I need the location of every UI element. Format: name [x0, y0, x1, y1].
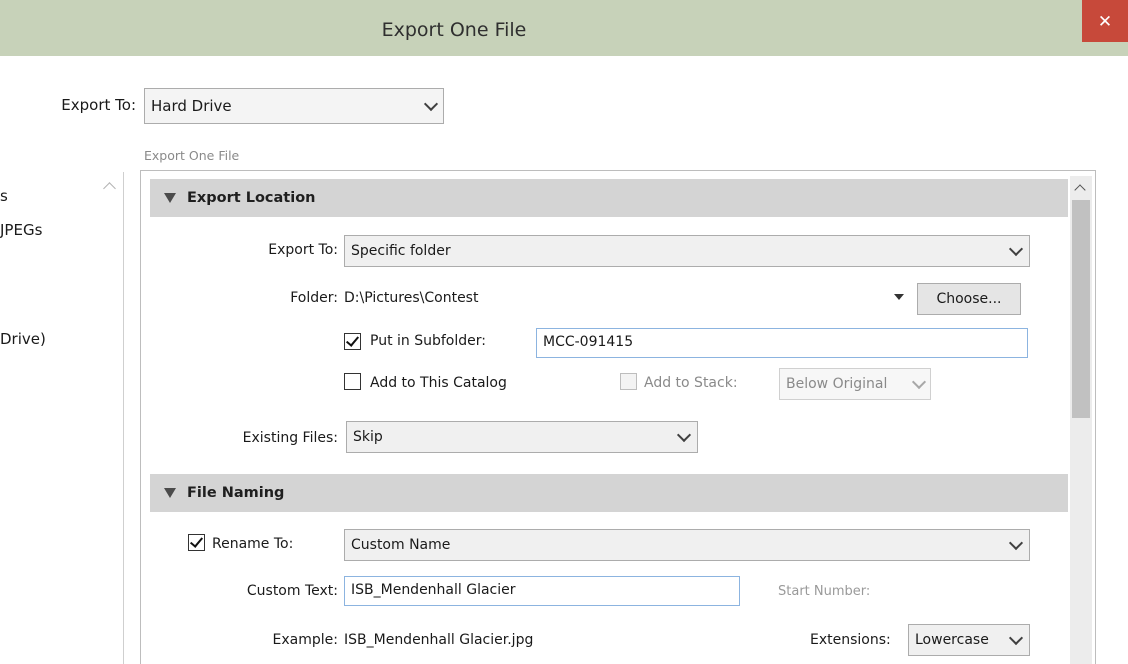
rename-checkbox[interactable]: [188, 534, 205, 551]
example-filename: ISB_Mendenhall Glacier.jpg: [344, 632, 534, 648]
disclosure-triangle-icon: [164, 193, 176, 203]
stack-position-value: Below Original: [786, 376, 888, 392]
disclosure-triangle-icon: [164, 488, 176, 498]
extensions-dropdown[interactable]: Lowercase: [908, 624, 1030, 656]
close-icon: ✕: [1097, 12, 1113, 32]
export-location-dropdown[interactable]: Specific folder: [344, 235, 1030, 267]
add-to-catalog-checkbox[interactable]: [344, 373, 361, 390]
preset-list[interactable]: [0, 172, 124, 664]
folder-path: D:\Pictures\Contest: [344, 290, 479, 306]
rename-label: Rename To:: [212, 536, 294, 552]
file-naming-title: File Naming: [187, 485, 285, 501]
chevron-down-icon: [1008, 241, 1024, 257]
custom-text-value: ISB_Mendenhall Glacier: [351, 582, 516, 598]
rename-template-value: Custom Name: [351, 537, 451, 553]
preset-list-border: [123, 172, 124, 664]
subfolder-value: MCC-091415: [543, 334, 634, 350]
panel-caption: Export One File: [144, 148, 240, 163]
list-item[interactable]: JPEGs: [0, 221, 42, 239]
export-location-header[interactable]: Export Location: [150, 179, 1068, 217]
subfolder-label: Put in Subfolder:: [370, 333, 486, 349]
stack-position-dropdown[interactable]: Below Original: [779, 368, 931, 400]
subfolder-input[interactable]: MCC-091415: [536, 328, 1028, 358]
add-to-stack-label: Add to Stack:: [644, 375, 738, 391]
file-naming-header[interactable]: File Naming: [150, 474, 1068, 512]
choose-folder-button[interactable]: Choose...: [917, 283, 1021, 315]
close-button[interactable]: ✕: [1082, 0, 1128, 42]
add-to-stack-checkbox[interactable]: [620, 373, 637, 390]
chevron-down-icon: [911, 374, 927, 390]
subfolder-checkbox[interactable]: [344, 333, 361, 350]
list-item[interactable]: Drive): [0, 330, 46, 348]
folder-history-dropdown-icon[interactable]: [894, 294, 904, 300]
example-label: Example:: [272, 632, 338, 648]
chevron-down-icon: [1008, 535, 1024, 551]
chevron-down-icon: [423, 96, 439, 112]
add-to-catalog-label: Add to This Catalog: [370, 375, 507, 391]
start-number-label: Start Number:: [778, 584, 871, 599]
export-to-label: Export To:: [268, 242, 338, 258]
existing-files-dropdown[interactable]: Skip: [346, 421, 698, 453]
list-item[interactable]: s: [0, 187, 8, 205]
folder-label: Folder:: [290, 290, 338, 306]
chevron-down-icon: [1008, 630, 1024, 646]
extensions-label: Extensions:: [810, 632, 891, 648]
export-location-value: Specific folder: [351, 243, 451, 259]
export-to-value: Hard Drive: [151, 97, 232, 115]
export-location-title: Export Location: [187, 190, 316, 206]
existing-files-value: Skip: [353, 429, 383, 445]
existing-files-label: Existing Files:: [242, 430, 338, 446]
window-title: Export One File: [381, 19, 527, 41]
export-to-label: Export To:: [61, 96, 136, 114]
custom-text-label: Custom Text:: [246, 583, 338, 599]
chevron-down-icon: [676, 427, 692, 443]
rename-template-dropdown[interactable]: Custom Name: [344, 529, 1030, 561]
scrollbar-thumb[interactable]: [1072, 200, 1090, 418]
extensions-value: Lowercase: [915, 632, 989, 648]
export-to-dropdown[interactable]: Hard Drive: [144, 88, 444, 124]
custom-text-input[interactable]: ISB_Mendenhall Glacier: [344, 576, 740, 606]
